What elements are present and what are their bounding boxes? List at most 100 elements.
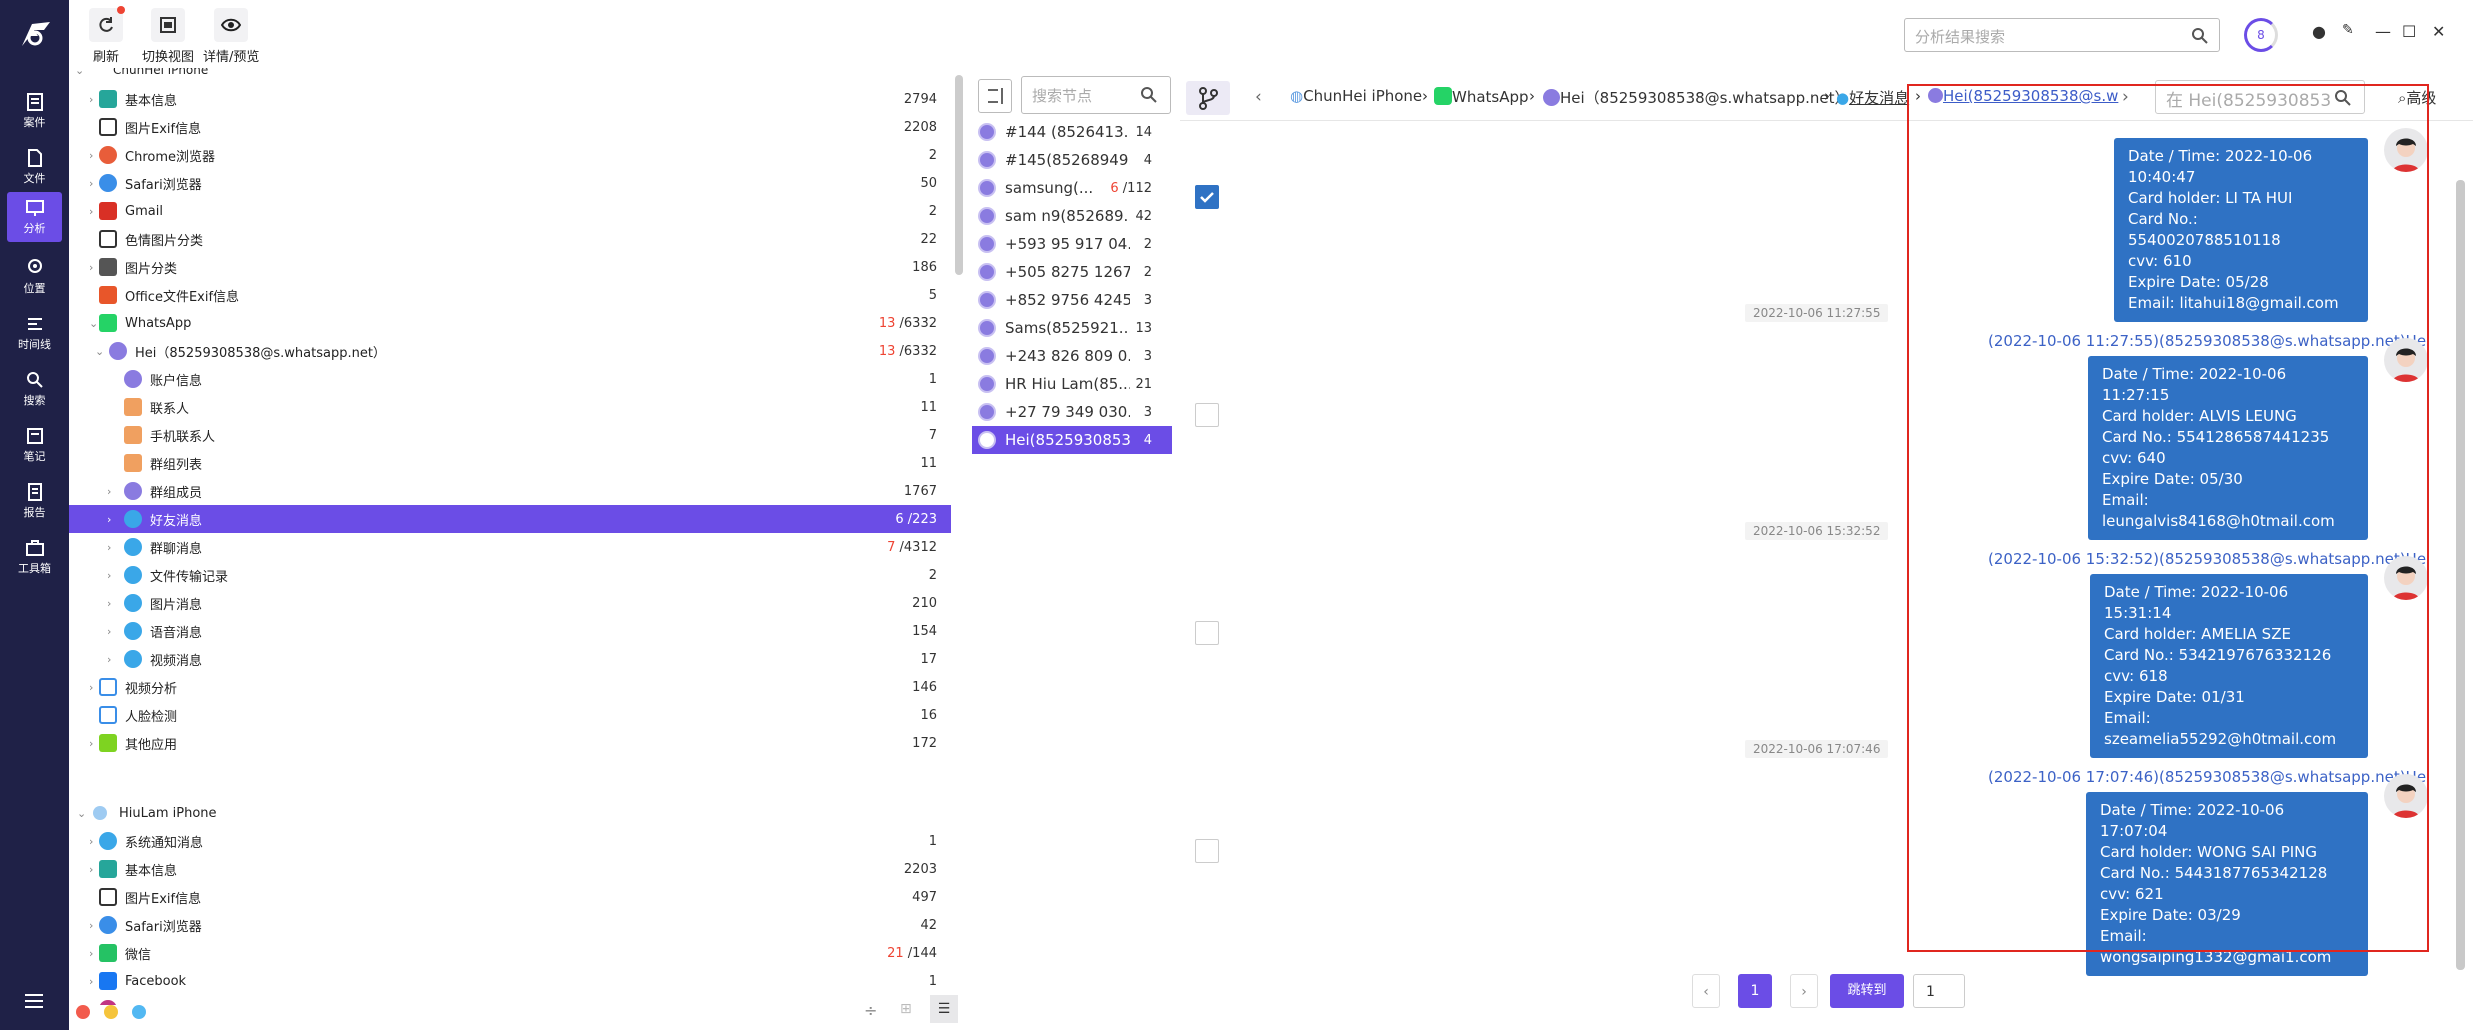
contact-item[interactable]: HR Hiu Lam(85... 21 <box>972 370 1172 398</box>
tree-item[interactable]: 色情图片分类 22 <box>69 225 951 253</box>
message-scrollbar[interactable] <box>2456 180 2465 970</box>
chevron-right-icon[interactable]: › <box>89 149 93 162</box>
message-select-checkbox[interactable] <box>1195 403 1219 427</box>
chevron-down-icon[interactable]: ⌄ <box>77 807 86 820</box>
back-arrow-icon[interactable]: ‹ <box>1255 87 1262 107</box>
user-icon[interactable]: ● <box>2312 22 2326 41</box>
analysis-search-input[interactable]: 分析结果搜索 <box>1904 18 2220 52</box>
chevron-right-icon[interactable]: › <box>107 625 111 638</box>
tree-item[interactable]: › 图片分类 186 <box>69 253 951 281</box>
message-select-checkbox[interactable] <box>1195 839 1219 863</box>
nav-case[interactable]: 案件 <box>7 86 62 136</box>
contact-item[interactable]: Hei(85259308​53... 4 <box>972 426 1172 454</box>
breadcrumb-category[interactable]: ●好友消息 <box>1836 87 1909 108</box>
contact-item[interactable]: Sams(8525921... 13 <box>972 314 1172 342</box>
tree-device-chunhei[interactable]: ⌄ ChunHei iPhone <box>69 68 951 84</box>
chevron-right-icon[interactable]: › <box>107 569 111 582</box>
tree-item[interactable]: 联系人 11 <box>69 393 951 421</box>
prev-page-button[interactable]: ‹ <box>1692 974 1720 1008</box>
nav-timeline[interactable]: 时间线 <box>7 308 62 358</box>
chevron-right-icon[interactable]: › <box>89 177 93 190</box>
nav-report[interactable]: 报告 <box>7 476 62 526</box>
tree-item[interactable]: › 视频消息 17 <box>69 645 951 673</box>
chevron-right-icon[interactable]: › <box>89 975 93 988</box>
chevron-right-icon[interactable]: › <box>89 1003 93 1006</box>
tree-item[interactable]: › Gmail 2 <box>69 197 951 225</box>
contact-item[interactable]: +27 79 349 030... 3 <box>972 398 1172 426</box>
chevron-right-icon[interactable]: › <box>89 919 93 932</box>
switch-view-button[interactable]: 切换视图 <box>142 8 194 65</box>
chevron-right-icon[interactable]: › <box>89 835 93 848</box>
tree-item[interactable]: › Facebook 1 <box>69 967 951 995</box>
branch-button[interactable] <box>1186 81 1230 115</box>
contact-item[interactable]: +243 826 809 0... 3 <box>972 342 1172 370</box>
jump-page-input[interactable]: 1 <box>1913 974 1965 1008</box>
chevron-right-icon[interactable]: › <box>107 541 111 554</box>
tree-device-hiulam[interactable]: ⌄ HiuLam iPhone <box>69 799 951 827</box>
breadcrumb-app[interactable]: WhatsApp <box>1434 87 1529 106</box>
message-select-checkbox[interactable] <box>1195 185 1219 209</box>
contact-item[interactable]: +852 9756 4245... 3 <box>972 286 1172 314</box>
nav-analysis[interactable]: 分析 <box>7 192 62 242</box>
tree-item[interactable]: › Chrome浏览器 2 <box>69 141 951 169</box>
breadcrumb-device[interactable]: ◍ChunHei iPhone <box>1290 87 1422 105</box>
chevron-right-icon[interactable]: › <box>89 737 93 750</box>
nav-search[interactable]: 搜索 <box>7 364 62 414</box>
breadcrumb-account[interactable]: Hei（85259308538@s.whatsapp.net） <box>1543 87 1850 108</box>
tree-item[interactable]: › 视频分析 146 <box>69 673 951 701</box>
nav-toolbox[interactable]: 工具箱 <box>7 532 62 582</box>
contact-item[interactable]: +593 95 917 04... 2 <box>972 230 1172 258</box>
status-dot-red[interactable] <box>76 1005 90 1019</box>
maximize-icon[interactable]: ☐ <box>2402 22 2416 41</box>
status-dot-yellow[interactable] <box>104 1005 118 1019</box>
collapse-icon[interactable]: ÷ <box>864 1001 877 1020</box>
list-view-icon[interactable]: ☰ <box>930 995 958 1023</box>
contact-item[interactable]: sam n9(852689... 42 <box>972 202 1172 230</box>
chevron-down-icon[interactable]: ⌄ <box>95 345 104 358</box>
nav-location[interactable]: 位置 <box>7 252 62 302</box>
contact-item[interactable]: +505 8275 1267... 2 <box>972 258 1172 286</box>
tree-item[interactable]: › 微信 21 /144 <box>69 939 951 967</box>
tree-item[interactable]: 人脸检测 16 <box>69 701 951 729</box>
tree-item[interactable]: › 基本信息 2203 <box>69 855 951 883</box>
chevron-right-icon[interactable]: › <box>107 597 111 610</box>
tree-item-partial[interactable]: › <box>69 995 951 1005</box>
search-icon[interactable] <box>1140 86 1158 104</box>
tree-item[interactable]: › Safari浏览器 50 <box>69 169 951 197</box>
progress-ring[interactable]: 8 <box>2244 18 2278 52</box>
chevron-right-icon[interactable]: › <box>89 93 93 106</box>
tree-item[interactable]: 账户信息 1 <box>69 365 951 393</box>
nav-notes[interactable]: 笔记 <box>7 420 62 470</box>
minimize-icon[interactable]: — <box>2375 22 2391 41</box>
tree-item[interactable]: › 群聊消息 7 /4312 <box>69 533 951 561</box>
chevron-down-icon[interactable]: ⌄ <box>89 317 98 330</box>
node-search-input[interactable]: 搜索节点 <box>1021 76 1171 114</box>
jump-to-button[interactable]: 跳转到 <box>1830 974 1904 1008</box>
tree-item[interactable]: › 其他应用 172 <box>69 729 951 757</box>
chevron-right-icon[interactable]: › <box>89 947 93 960</box>
chevron-right-icon[interactable]: › <box>107 513 111 526</box>
tree-item[interactable]: › 系统通知消息 1 <box>69 827 951 855</box>
tree-item[interactable]: 群组列表 11 <box>69 449 951 477</box>
chevron-right-icon[interactable]: › <box>107 485 111 498</box>
tree-item[interactable]: Office文件Exif信息 5 <box>69 281 951 309</box>
chevron-right-icon[interactable]: › <box>107 653 111 666</box>
tree-item[interactable]: › 文件传输记录 2 <box>69 561 951 589</box>
tree-item[interactable]: › 好友消息 6 /223 <box>69 505 951 533</box>
tree-item[interactable]: › 基本信息 2794 <box>69 85 951 113</box>
tree-scrollbar[interactable] <box>955 75 963 275</box>
nav-files[interactable]: 文件 <box>7 142 62 192</box>
menu-icon[interactable] <box>24 993 44 1009</box>
tree-item[interactable]: › 语音消息 154 <box>69 617 951 645</box>
contact-item[interactable]: #145(85268949... 4 <box>972 146 1172 174</box>
tree-item[interactable]: ⌄ Hei（85259308538@s.whatsapp.net） 13 /6332 <box>69 337 951 365</box>
chevron-right-icon[interactable]: › <box>89 681 93 694</box>
status-dot-blue[interactable] <box>132 1005 146 1019</box>
pin-icon[interactable]: ✎ <box>2342 22 2354 38</box>
refresh-button[interactable]: 刷新 <box>89 6 125 65</box>
message-select-checkbox[interactable] <box>1195 621 1219 645</box>
tree-item[interactable]: 图片Exif信息 497 <box>69 883 951 911</box>
details-preview-button[interactable]: 详情/预览 <box>203 8 259 65</box>
contact-item[interactable]: samsung(... 6 /112 <box>972 174 1172 202</box>
chevron-right-icon[interactable]: › <box>89 261 93 274</box>
